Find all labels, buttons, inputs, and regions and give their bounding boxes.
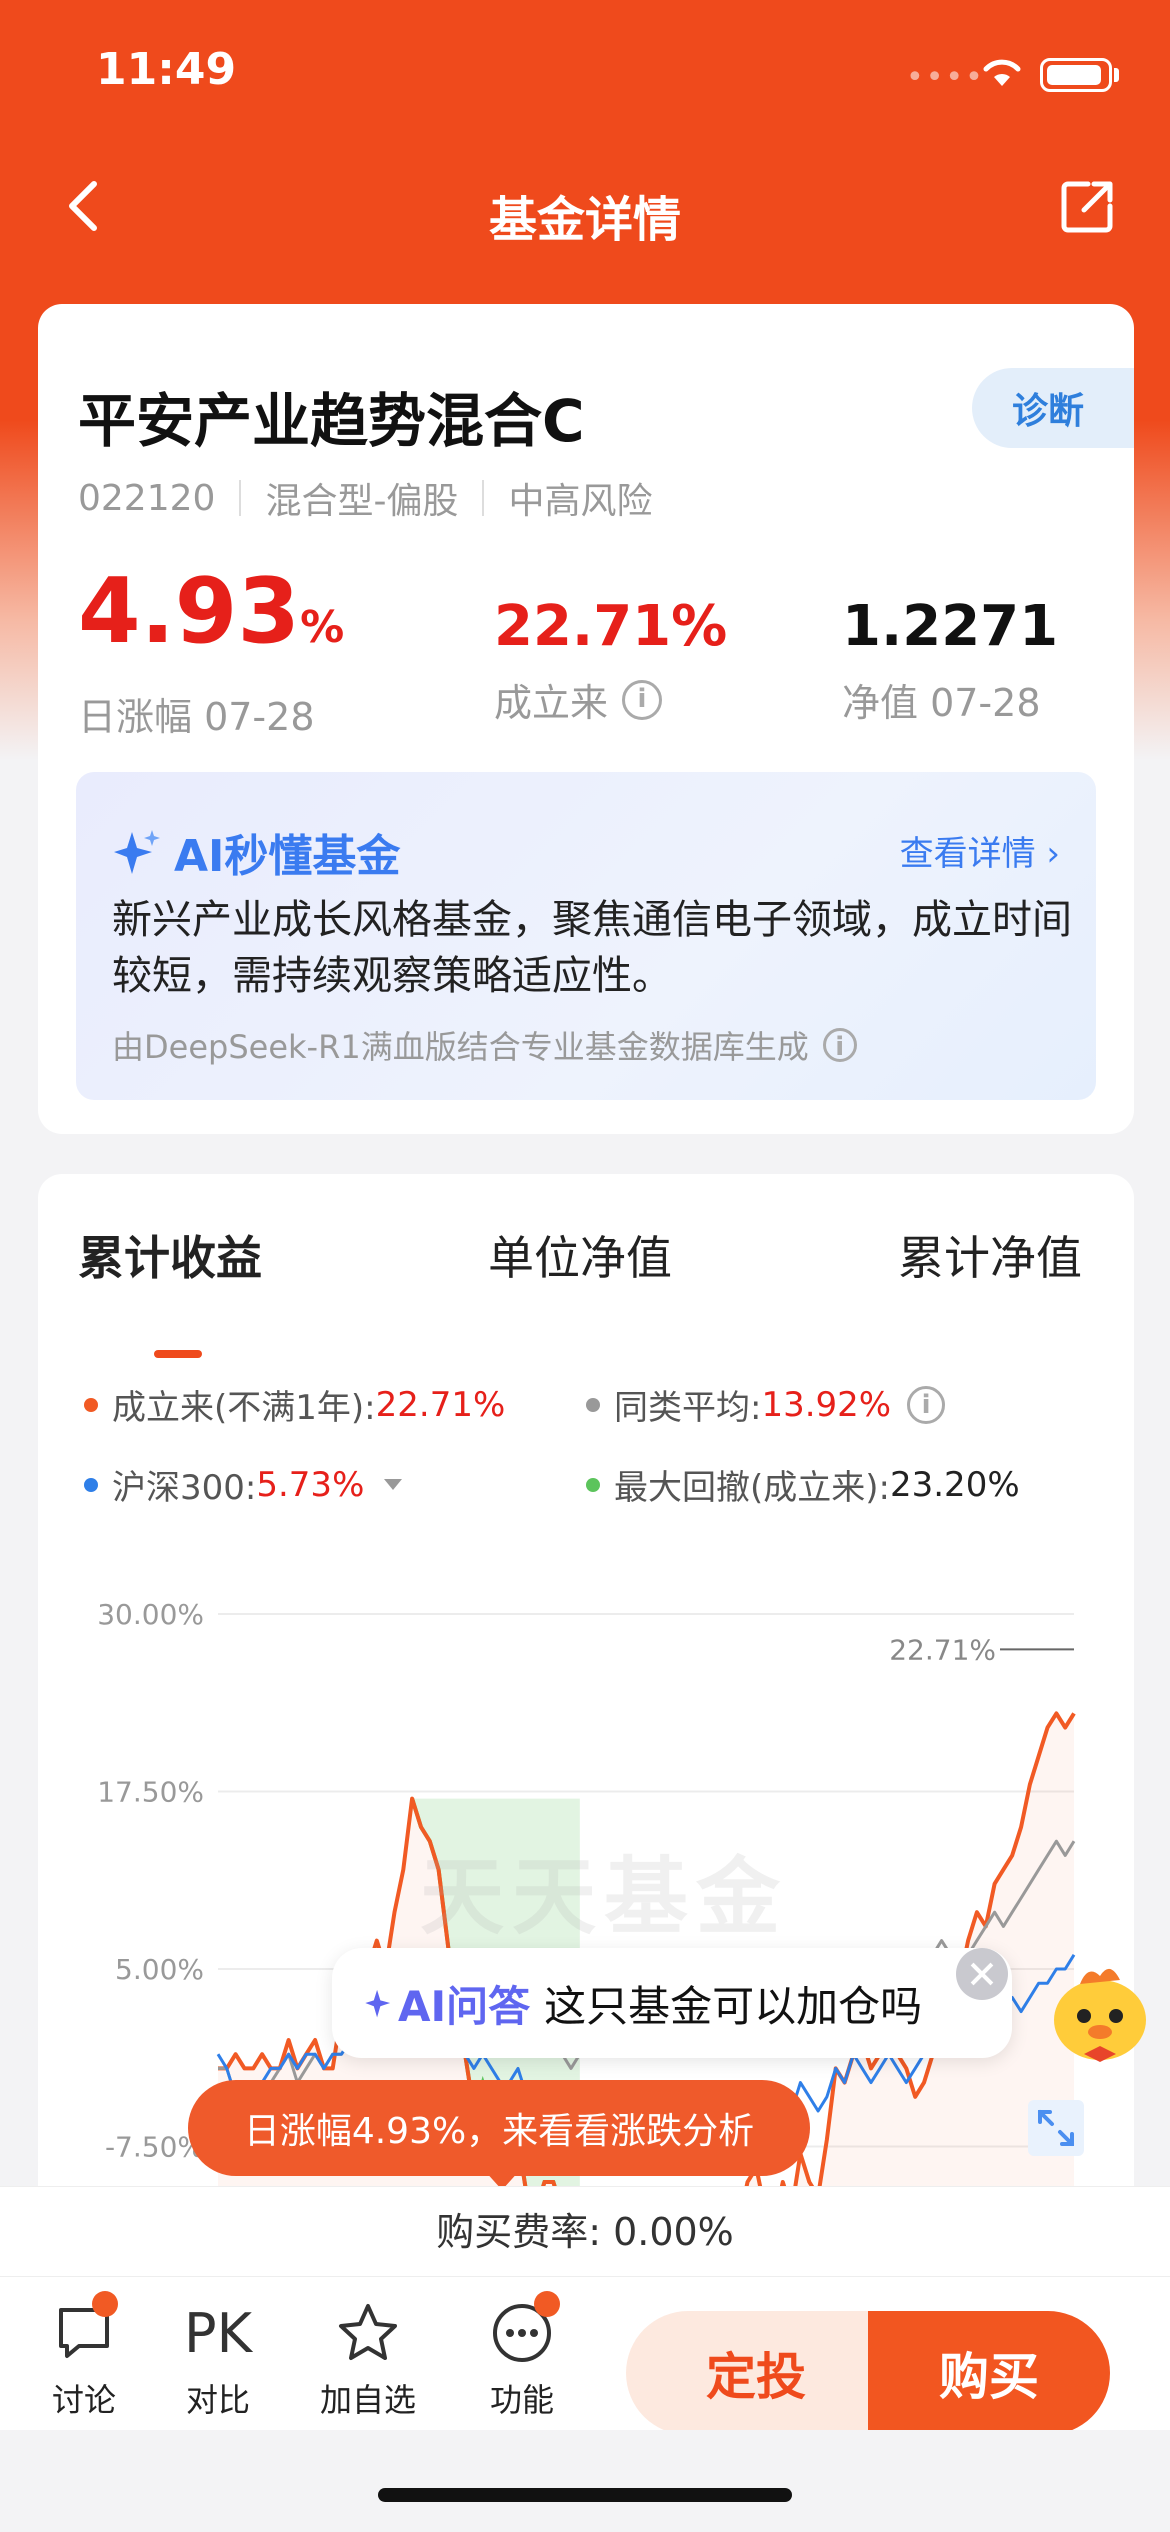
divider — [482, 480, 485, 516]
y-tick-label: 30.00% — [97, 1598, 204, 1631]
battery-tip — [1114, 68, 1119, 82]
daily-change-label: 日涨幅 07-28 — [78, 695, 315, 739]
legend-drawdown: 最大回撤(成立来): 23.20% — [586, 1460, 1020, 1509]
auto-invest-button[interactable]: 定投 — [626, 2311, 886, 2435]
daily-change-stat: 4.93% 日涨幅 07-28 — [78, 562, 344, 741]
ai-question-text: 这只基金可以加仓吗 — [544, 1981, 923, 2031]
fund-meta: 022120 混合型-偏股 中高风险 — [78, 472, 652, 524]
ai-question-bubble[interactable]: AI问答 这只基金可以加仓吗 — [332, 1948, 1012, 2058]
pk-icon: PK — [184, 2301, 252, 2365]
legend-dot — [84, 1477, 98, 1492]
since-inception-value: 22.71% — [494, 594, 728, 659]
info-icon[interactable] — [622, 679, 663, 720]
share-icon[interactable] — [1058, 176, 1118, 236]
y-tick-label: 5.00% — [115, 1953, 204, 1986]
divider — [239, 480, 242, 516]
fund-card: 平安产业趋势混合C 诊断 022120 混合型-偏股 中高风险 4.93% 日涨… — [38, 304, 1134, 1134]
legend-drawdown-value: 23.20% — [889, 1464, 1020, 1505]
compare-button[interactable]: PK 对比 — [158, 2297, 278, 2421]
legend-peer-value: 13.92% — [761, 1384, 892, 1425]
nav-stat: 1.2271 净值 07-28 — [842, 590, 1058, 727]
chart-tabs: 累计收益 单位净值 累计净值 — [38, 1222, 1134, 1358]
add-watchlist-button[interactable]: 加自选 — [308, 2297, 428, 2421]
legend-csi300[interactable]: 沪深300: 5.73% — [84, 1460, 403, 1509]
y-tick-label: 17.50% — [97, 1776, 204, 1809]
legend-peer-label: 同类平均: — [614, 1388, 762, 1428]
wifi-icon — [983, 59, 1021, 86]
legend-dot — [586, 1397, 600, 1412]
view-details-link[interactable]: 查看详情 › — [900, 826, 1060, 875]
buy-button[interactable]: 购买 — [868, 2311, 1110, 2435]
signal-icon: •••• — [906, 60, 985, 95]
status-bar: 11:49 •••• — [0, 0, 1170, 140]
features-button[interactable]: 功能 — [462, 2291, 582, 2421]
page: { "status_bar": { "time": "11:49" }, "na… — [0, 0, 1170, 2532]
discuss-button[interactable]: 讨论 — [24, 2291, 144, 2421]
expand-icon[interactable] — [1028, 2100, 1084, 2156]
ai-qa-tag: AI问答 — [364, 1973, 530, 2034]
change-analysis-pill[interactable]: 日涨幅4.93%，来看看涨跌分析 — [188, 2080, 810, 2176]
ai-source-text: 由DeepSeek-R1满血版结合专业基金数据库生成 — [112, 1028, 809, 1066]
since-inception-stat: 22.71% 成立来 — [494, 590, 727, 727]
info-icon[interactable] — [907, 1385, 946, 1424]
legend-fund-label: 成立来(不满1年): — [112, 1388, 376, 1428]
ai-qa-label: AI问答 — [398, 1981, 531, 2031]
tab-cumulative-return[interactable]: 累计收益 — [78, 1222, 262, 1288]
add-watchlist-label: 加自选 — [319, 2381, 416, 2419]
sparkle-icon — [365, 1989, 391, 2018]
watermark: 天天基金 — [420, 1848, 789, 1946]
daily-change-value: 4.93 — [78, 559, 301, 664]
notification-dot — [534, 2291, 560, 2317]
daily-change-unit: % — [300, 602, 345, 653]
info-icon[interactable] — [822, 1028, 857, 1062]
legend-fund: 成立来(不满1年): 22.71% — [84, 1380, 505, 1429]
ai-summary-source: 由DeepSeek-R1满血版结合专业基金数据库生成 — [112, 1022, 857, 1068]
legend-dot — [586, 1477, 600, 1492]
star-icon — [339, 2304, 397, 2360]
close-icon[interactable] — [956, 1948, 1008, 2000]
sparkle-icon — [114, 830, 160, 874]
fund-name: 平安产业趋势混合C — [78, 387, 585, 455]
active-tab-indicator — [154, 1350, 202, 1358]
tab-cumulative-nav[interactable]: 累计净值 — [898, 1222, 1082, 1288]
chevron-down-icon[interactable] — [384, 1479, 403, 1490]
status-time: 11:49 — [96, 44, 237, 95]
ai-summary-title-text: AI秒懂基金 — [174, 831, 401, 882]
ai-summary-box[interactable]: AI秒懂基金 查看详情 › 新兴产业成长风格基金，聚焦通信电子领域，成立时间较短… — [76, 772, 1096, 1100]
purchase-fee: 购买费率: 0.00% — [0, 2186, 1170, 2276]
page-title: 基金详情 — [488, 192, 681, 248]
bottom-bar: 讨论 PK 对比 加自选 功能 定投 购买 — [0, 2276, 1170, 2435]
nav-value: 1.2271 — [842, 594, 1059, 659]
legend-dot — [84, 1397, 98, 1412]
compare-label: 对比 — [185, 2381, 250, 2419]
safe-area — [0, 2430, 1170, 2532]
nav-label: 净值 07-28 — [842, 681, 1041, 725]
fund-code: 022120 — [78, 477, 216, 519]
legend-csi300-value: 5.73% — [256, 1464, 365, 1505]
ai-summary-title: AI秒懂基金 — [112, 820, 400, 884]
fund-risk: 中高风险 — [508, 481, 653, 522]
legend-drawdown-label: 最大回撤(成立来): — [614, 1468, 890, 1508]
legend-csi300-label: 沪深300: — [112, 1468, 257, 1508]
fund-type: 混合型-偏股 — [265, 481, 459, 522]
diagnose-button[interactable]: 诊断 — [972, 368, 1134, 448]
legend-fund-value: 22.71% — [375, 1384, 506, 1425]
features-label: 功能 — [489, 2381, 554, 2419]
legend-peer-avg: 同类平均: 13.92% — [586, 1380, 946, 1429]
battery-icon — [1040, 58, 1112, 92]
ai-summary-text: 新兴产业成长风格基金，聚焦通信电子领域，成立时间较短，需持续观察策略适应性。 — [112, 897, 1072, 999]
end-value-label: 22.71% — [889, 1633, 996, 1666]
tab-unit-nav[interactable]: 单位净值 — [488, 1222, 672, 1288]
notification-dot — [92, 2291, 118, 2317]
nav-bar: 基金详情 — [0, 150, 1170, 270]
home-indicator — [378, 2488, 792, 2502]
discuss-label: 讨论 — [51, 2381, 116, 2419]
since-inception-label: 成立来 — [494, 681, 609, 725]
mascot-icon[interactable] — [1040, 1950, 1160, 2070]
